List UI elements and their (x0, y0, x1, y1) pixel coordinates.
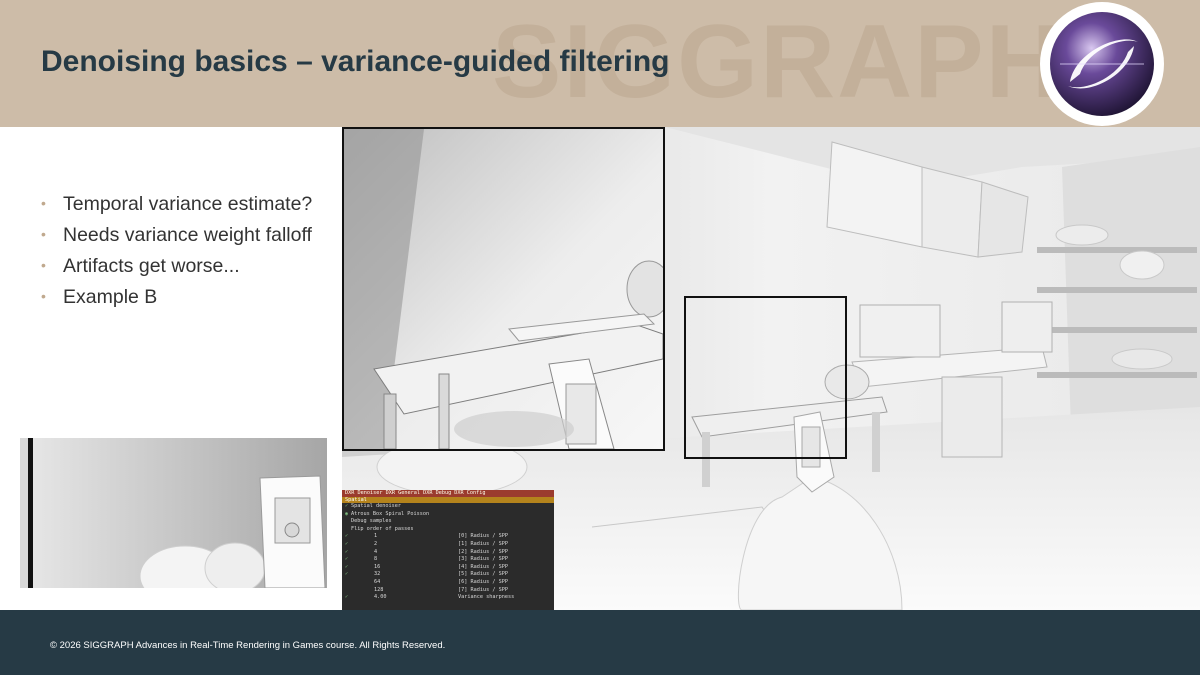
zoomed-inset-image (342, 127, 665, 451)
panel-row[interactable]: 128 [7] Radius / SPP (342, 587, 554, 595)
denoiser-debug-panel[interactable]: DXR Denoiser DXR General DXR Debug DXR C… (342, 490, 554, 610)
panel-row[interactable]: ✓ 1 [0] Radius / SPP (342, 533, 554, 541)
panel-row[interactable]: ◉ Atrous Box Spiral Poisson (342, 511, 554, 519)
panel-row[interactable]: Debug samples (342, 518, 554, 526)
bullet-dot-icon: • (41, 257, 46, 273)
slide-header: SIGGRAPH Denoising basics – variance-gui… (0, 0, 1200, 127)
panel-row[interactable]: 64 [6] Radius / SPP (342, 579, 554, 587)
bullet-item: • Temporal variance estimate? (41, 190, 312, 221)
bullet-dot-icon: • (41, 226, 46, 242)
panel-row[interactable]: ✓ 4 [2] Radius / SPP (342, 549, 554, 557)
zoom-region-outline (684, 296, 847, 459)
bullet-item: • Example B (41, 283, 312, 314)
panel-row[interactable]: ✓ Spatial denoiser (342, 503, 554, 511)
panel-row[interactable]: ✓ 4.00 Variance sharpness (342, 594, 554, 602)
bullet-item: • Needs variance weight falloff (41, 221, 312, 252)
bullet-list: • Temporal variance estimate? • Needs vari… (41, 190, 312, 314)
panel-row[interactable]: ✓ 8 [3] Radius / SPP (342, 556, 554, 564)
siggraph-logo-icon (1040, 2, 1164, 126)
bullet-dot-icon: • (41, 195, 46, 211)
bullet-item: • Artifacts get worse... (41, 252, 312, 283)
panel-row[interactable]: ✓ 2 [1] Radius / SPP (342, 541, 554, 549)
panel-row[interactable]: ✓ 32 [5] Radius / SPP (342, 571, 554, 579)
debug-inset-image (20, 438, 327, 588)
copyright-text: © 2026 SIGGRAPH Advances in Real-Time Re… (50, 640, 446, 651)
slide-title: Denoising basics – variance-guided filte… (41, 45, 670, 78)
panel-row[interactable]: Flip order of passes (342, 526, 554, 534)
bullet-dot-icon: • (41, 288, 46, 304)
panel-row[interactable]: ✓ 16 [4] Radius / SPP (342, 564, 554, 572)
panel-tabs[interactable]: DXR Denoiser DXR General DXR Debug DXR C… (342, 490, 554, 497)
